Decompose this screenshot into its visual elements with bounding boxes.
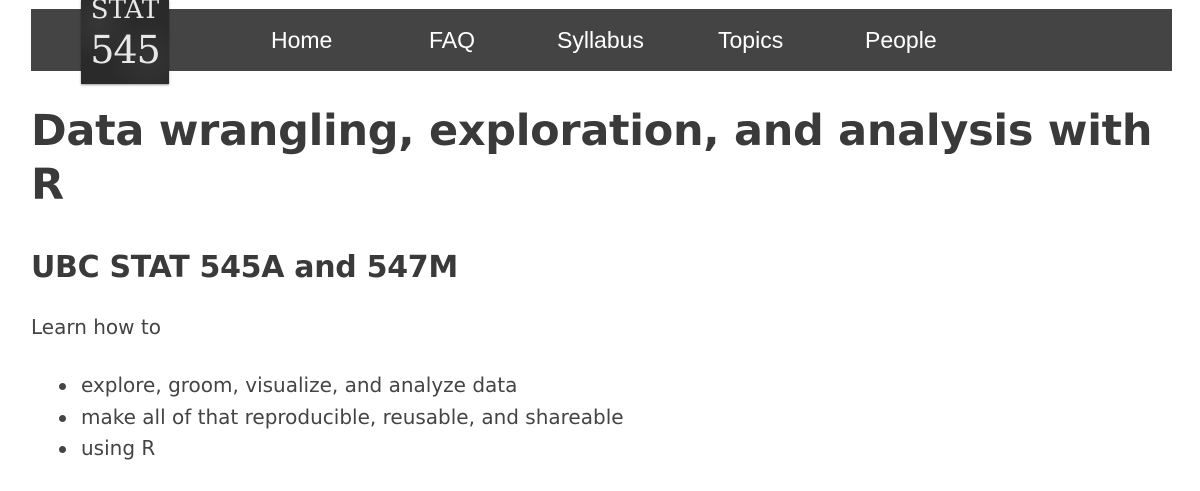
logo-text-stat: STAT [90,0,160,25]
bullet-dot-icon [59,446,66,453]
list-item-text: explore, groom, visualize, and analyze d… [81,373,518,397]
nav-link-faq[interactable]: FAQ [429,9,475,71]
list-item-text: using R [81,436,156,460]
list-item: make all of that reproducible, reusable,… [31,402,624,434]
list-item-text: make all of that reproducible, reusable,… [81,404,624,429]
nav-link-people[interactable]: People [865,9,937,71]
bullet-dot-icon [59,383,66,390]
learning-goals-list: explore, groom, visualize, and analyze d… [31,370,624,465]
bullet-dot-icon [59,414,66,422]
nav-link-topics[interactable]: Topics [718,9,783,71]
nav-link-syllabus[interactable]: Syllabus [557,9,644,71]
list-item: using R [31,433,624,465]
nav-link-home[interactable]: Home [271,9,332,71]
page-title: Data wrangling, exploration, and analysi… [31,106,1153,210]
logo-text-545: 545 [90,28,161,72]
stat545-logo[interactable]: STAT 545 [81,0,169,84]
page-subtitle: UBC STAT 545A and 547M [31,250,458,285]
intro-text: Learn how to [31,315,161,339]
page: STAT 545 Home FAQ Syllabus Topics People… [0,0,1200,491]
list-item: explore, groom, visualize, and analyze d… [31,370,624,402]
